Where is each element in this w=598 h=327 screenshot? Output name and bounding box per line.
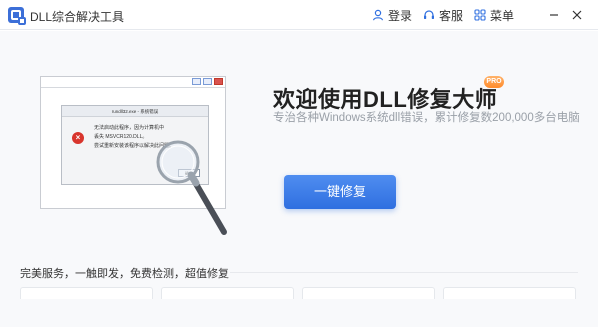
feature-card[interactable]	[161, 287, 294, 299]
hero-subtitle: 专治各种Windows系统dll错误，累计修复数200,000多台电脑	[273, 112, 580, 124]
feature-cards	[20, 287, 576, 299]
title-bar: DLL综合解决工具 登录 客服 菜单	[0, 0, 598, 30]
one-click-repair-button[interactable]: 一键修复	[284, 175, 396, 209]
minimize-icon	[550, 14, 558, 16]
feature-card[interactable]	[302, 287, 435, 299]
customer-service-button[interactable]: 客服	[423, 7, 463, 23]
close-icon	[572, 10, 582, 20]
login-label: 登录	[388, 8, 413, 23]
illustration-dialog-title: rundll32.exe - 系统错误	[62, 106, 208, 117]
footer-divider	[230, 272, 578, 273]
menu-label: 菜单	[490, 8, 515, 23]
customer-service-label: 客服	[439, 8, 464, 23]
magnifier-icon	[156, 140, 227, 235]
error-icon: ×	[72, 132, 84, 144]
minimize-button[interactable]	[545, 6, 563, 24]
login-button[interactable]: 登录	[372, 7, 412, 23]
user-icon	[372, 9, 384, 21]
features-text: 完美服务，一触即发，免费检测，超值修复	[20, 268, 229, 280]
error-illustration: rundll32.exe - 系统错误 × 无法启动此程序，因为计算机中 丢失 …	[40, 76, 235, 242]
headset-icon	[424, 10, 434, 19]
app-title: DLL综合解决工具	[30, 10, 125, 24]
feature-card[interactable]	[20, 287, 153, 299]
pro-badge: PRO	[484, 76, 504, 88]
menu-button[interactable]: 菜单	[474, 7, 514, 23]
feature-card[interactable]	[443, 287, 576, 299]
close-button[interactable]	[568, 6, 586, 24]
grid-menu-icon	[474, 9, 486, 21]
app-logo-icon	[8, 7, 26, 25]
